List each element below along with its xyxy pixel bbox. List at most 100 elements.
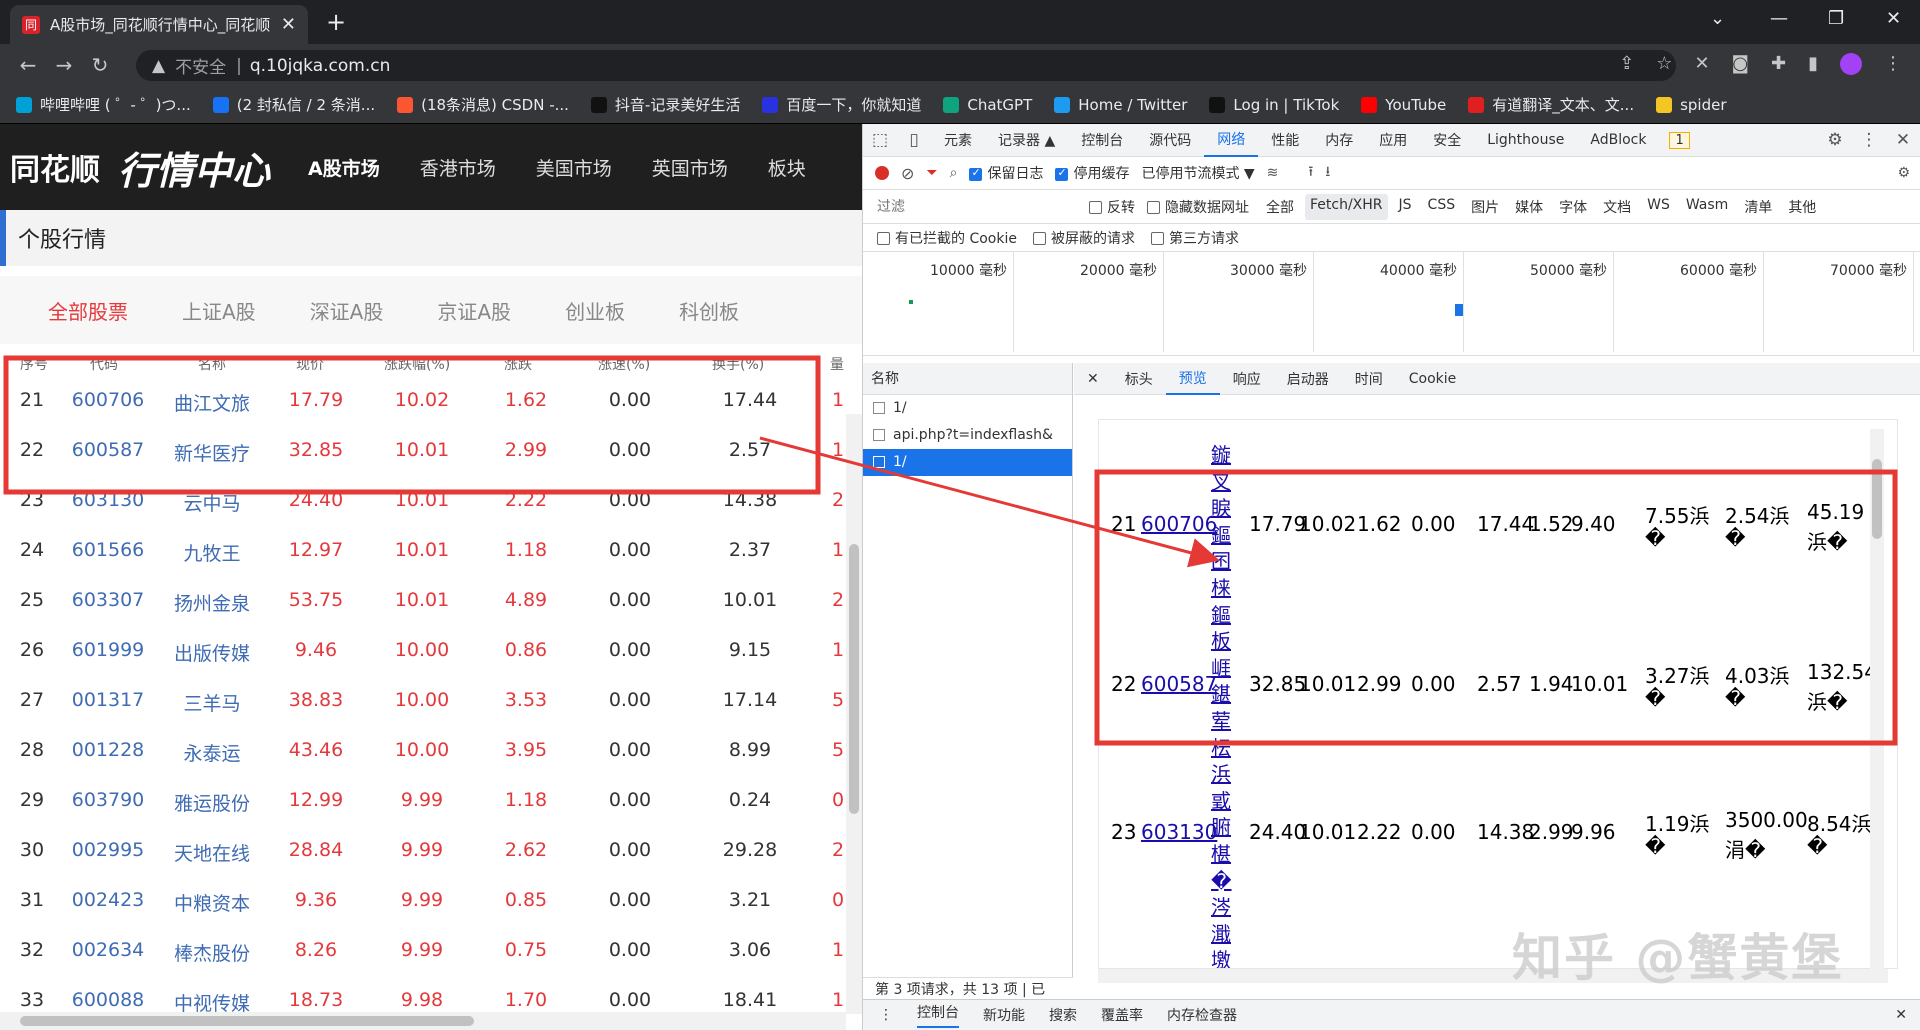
filter-type-button[interactable]: 媒体 xyxy=(1510,194,1548,220)
browser-tab-active[interactable]: 同 A股市场_同花顺行情中心_同花顺 ✕ xyxy=(10,5,308,44)
bookmark-item[interactable]: 哔哩哔哩 ( ゜- ゜)つ... xyxy=(16,94,191,115)
table-row[interactable]: 26 601999 出版传媒 9.46 10.00 0.86 0.00 9.15 1 xyxy=(0,626,850,676)
devtools-menu-icon[interactable]: ⋮ xyxy=(1852,130,1886,150)
cell-name[interactable]: 永泰运 xyxy=(162,739,262,766)
filter-option-checkbox[interactable]: 反转 xyxy=(1089,197,1135,217)
filter-type-button[interactable]: 文档 xyxy=(1598,194,1636,220)
bookmark-item[interactable]: 抖音-记录美好生活 xyxy=(590,94,740,115)
extensions-puzzle-icon[interactable]: ✚ xyxy=(1771,53,1786,75)
drawer-menu-icon[interactable]: ⋮ xyxy=(879,1007,893,1023)
request-item[interactable]: 1/ xyxy=(863,449,1072,476)
preview-code-link[interactable]: 600587 xyxy=(1141,672,1217,696)
omnibox[interactable]: ▲ 不安全 | q.10jqka.com.cn xyxy=(136,50,1676,81)
device-toggle-icon[interactable]: ▯ xyxy=(897,130,931,150)
nav-item[interactable]: A股市场 xyxy=(308,154,380,181)
table-row[interactable]: 28 001228 永泰运 43.46 10.00 3.95 0.00 8.99 5 xyxy=(0,726,850,776)
drawer-close-icon[interactable]: ✕ xyxy=(1895,1007,1907,1023)
share-icon[interactable]: ⇪ xyxy=(1619,53,1634,75)
cookie-filter-checkbox[interactable]: 有已拦截的 Cookie xyxy=(877,228,1017,248)
cell-name[interactable]: 天地在线 xyxy=(162,839,262,866)
hscroll-thumb[interactable] xyxy=(20,1016,474,1026)
table-row[interactable]: 23 603130 云中马 24.40 10.01 2.22 0.00 14.38 2 xyxy=(0,476,850,526)
profile-avatar-icon[interactable] xyxy=(1840,53,1862,75)
cell-name[interactable]: 中粮资本 xyxy=(162,889,262,916)
bookmark-item[interactable]: Home / Twitter xyxy=(1054,96,1187,114)
bookmark-item[interactable]: YouTube xyxy=(1361,96,1446,114)
table-row[interactable]: 24 601566 九牧王 12.97 10.01 1.18 0.00 2.37 1 xyxy=(0,526,850,576)
drawer-tab[interactable]: 覆盖率 xyxy=(1101,1005,1143,1025)
bookmark-item[interactable]: spider xyxy=(1656,96,1727,114)
wifi-icon[interactable]: ≋ xyxy=(1267,165,1279,181)
page-vscrollbar[interactable] xyxy=(846,414,862,1014)
extension-b-icon[interactable]: ◙ xyxy=(1732,53,1749,75)
nav-item[interactable]: 英国市场 xyxy=(652,154,728,181)
market-tab[interactable]: 上证A股 xyxy=(182,296,256,325)
preview-code-link[interactable]: 600706 xyxy=(1141,512,1217,536)
network-settings-icon[interactable]: ⚙ xyxy=(1897,165,1910,181)
cell-name[interactable]: 棒杰股份 xyxy=(162,939,262,966)
table-row[interactable]: 32 002634 棒杰股份 8.26 9.99 0.75 0.00 3.06 1 xyxy=(0,926,850,976)
cell-code[interactable]: 001228 xyxy=(60,739,156,761)
devtools-tab[interactable]: 源代码 xyxy=(1136,124,1204,157)
cell-name[interactable]: 扬州金泉 xyxy=(162,589,262,616)
page-hscrollbar[interactable] xyxy=(0,1012,846,1030)
table-row[interactable]: 31 002423 中粮资本 9.36 9.99 0.85 0.00 3.21 0 xyxy=(0,876,850,926)
devtools-tab[interactable]: 记录器 ▲ xyxy=(985,124,1068,157)
export-icon[interactable]: ⭳ xyxy=(1325,161,1330,185)
cell-name[interactable]: 云中马 xyxy=(162,489,262,516)
tab-search-icon[interactable]: ⌄ xyxy=(1710,8,1725,29)
drawer-tab[interactable]: 搜索 xyxy=(1049,1005,1077,1025)
preview-tab[interactable]: 预览 xyxy=(1165,363,1220,395)
filter-type-button[interactable]: 图片 xyxy=(1466,194,1504,220)
menu-kebab-icon[interactable]: ⋮ xyxy=(1884,53,1902,75)
devtools-tab[interactable]: Lighthouse xyxy=(1474,124,1577,157)
bookmark-star-icon[interactable]: ☆ xyxy=(1656,53,1672,75)
bookmark-item[interactable]: ChatGPT xyxy=(943,96,1032,114)
tab-close-icon[interactable]: ✕ xyxy=(281,14,296,35)
cell-name[interactable]: 出版传媒 xyxy=(162,639,262,666)
devtools-close-icon[interactable]: ✕ xyxy=(1886,130,1920,150)
drawer-tab[interactable]: 新功能 xyxy=(983,1005,1025,1025)
import-icon[interactable]: ⭱ xyxy=(1308,161,1313,185)
cell-code[interactable]: 603790 xyxy=(60,789,156,811)
column-header[interactable]: 名称 xyxy=(198,354,226,372)
cell-code[interactable]: 603130 xyxy=(60,489,156,511)
column-header[interactable]: 量 xyxy=(830,354,844,372)
column-header[interactable]: 涨速(%) xyxy=(598,354,650,372)
drawer-tab[interactable]: 控制台 xyxy=(917,1002,959,1028)
site-logo[interactable]: 同花顺 行情中心 xyxy=(0,140,270,195)
issues-badge[interactable]: 1 xyxy=(1669,131,1690,149)
table-row[interactable]: 30 002995 天地在线 28.84 9.99 2.62 0.00 29.28 2 xyxy=(0,826,850,876)
back-icon[interactable]: ← xyxy=(10,53,46,77)
table-row[interactable]: 27 001317 三羊马 38.83 10.00 3.53 0.00 17.14 5 xyxy=(0,676,850,726)
nav-item[interactable]: 美国市场 xyxy=(536,154,612,181)
bookmark-item[interactable]: (2 封私信 / 2 条消... xyxy=(212,94,375,115)
search-icon[interactable]: ⌕ xyxy=(950,165,958,181)
table-row[interactable]: 22 600587 新华医疗 32.85 10.01 2.99 0.00 2.57 1 xyxy=(0,426,850,476)
inspect-icon[interactable]: ⬚ xyxy=(863,130,897,150)
nav-item[interactable]: 香港市场 xyxy=(420,154,496,181)
filter-type-button[interactable]: CSS xyxy=(1423,194,1461,220)
cell-code[interactable]: 002634 xyxy=(60,939,156,961)
cell-code[interactable]: 601999 xyxy=(60,639,156,661)
market-tab[interactable]: 京证A股 xyxy=(437,296,511,325)
bookmark-item[interactable]: 百度一下，你就知道 xyxy=(762,94,921,115)
devtools-tab[interactable]: 网络 xyxy=(1204,124,1259,157)
preview-code-link[interactable]: 603130 xyxy=(1141,820,1217,844)
column-header[interactable]: 序号 xyxy=(20,354,48,372)
window-close-icon[interactable]: ✕ xyxy=(1886,8,1901,29)
column-header[interactable]: 换手(%) xyxy=(712,354,764,372)
filter-type-button[interactable]: 其他 xyxy=(1783,194,1821,220)
cell-code[interactable]: 600706 xyxy=(60,389,156,411)
forward-icon[interactable]: → xyxy=(46,53,82,77)
request-item[interactable]: api.php?t=indexflash& xyxy=(863,422,1072,449)
cell-name[interactable]: 雅运股份 xyxy=(162,789,262,816)
filter-type-button[interactable]: 清单 xyxy=(1739,194,1777,220)
extension-a-icon[interactable]: ✕ xyxy=(1694,53,1709,75)
table-row[interactable]: 25 603307 扬州金泉 53.75 10.01 4.89 0.00 10.01 2 xyxy=(0,576,850,626)
name-column-header[interactable]: 名称 xyxy=(863,363,1072,395)
cell-name[interactable]: 曲江文旅 xyxy=(162,389,262,416)
column-header[interactable]: 涨跌幅(%) xyxy=(384,354,450,372)
filter-type-button[interactable]: WS xyxy=(1642,194,1675,220)
preview-tab[interactable]: 时间 xyxy=(1342,363,1396,395)
